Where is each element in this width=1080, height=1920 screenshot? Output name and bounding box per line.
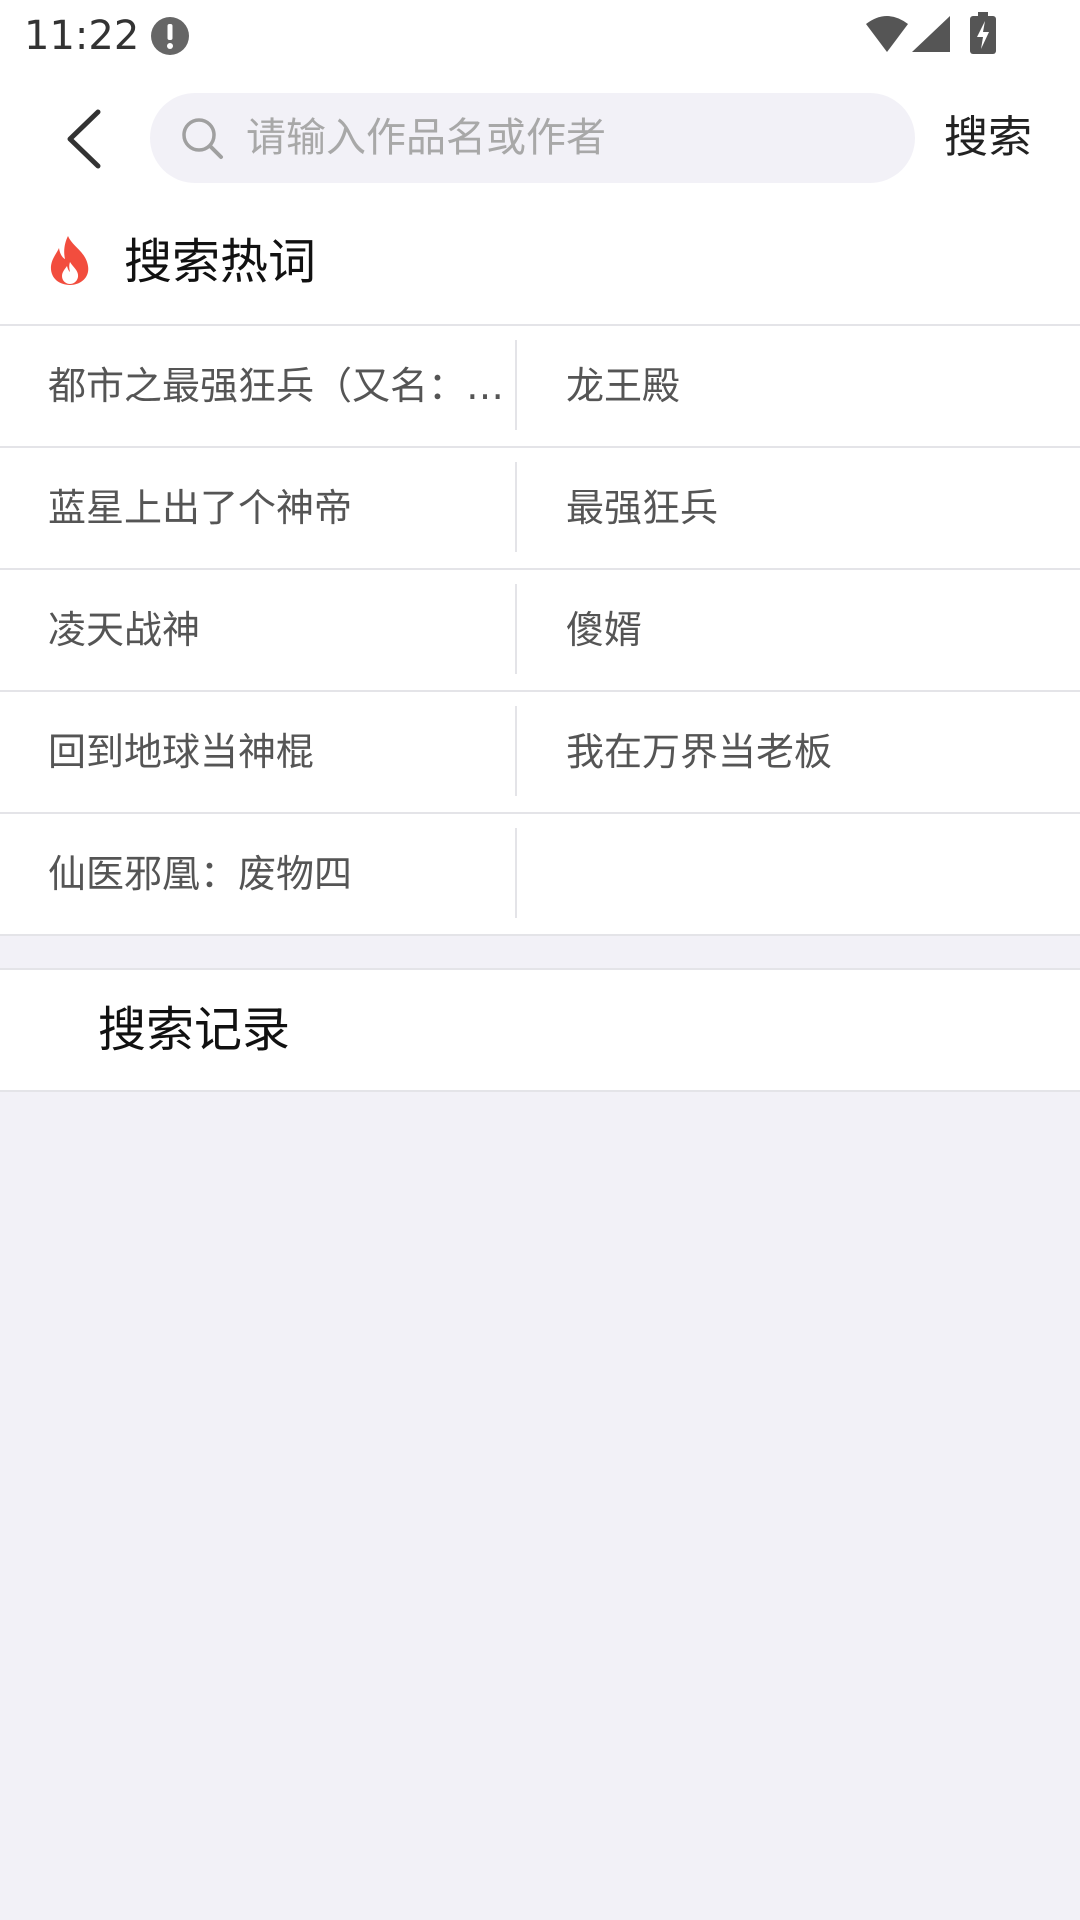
search-header: 搜索 <box>0 72 1080 204</box>
hot-word-item[interactable]: 傻婿 <box>566 570 1046 690</box>
signal-icon <box>912 16 950 52</box>
row-divider <box>515 584 517 674</box>
hot-word-row: 蓝星上出了个神帝 最强狂兵 <box>0 448 1080 570</box>
fire-icon <box>50 236 89 285</box>
search-history-title: 搜索记录 <box>98 1002 291 1058</box>
hot-search-header: 搜索热词 <box>0 204 1080 326</box>
hot-word-row: 回到地球当神棍 我在万界当老板 <box>0 692 1080 814</box>
status-time: 11:22 <box>24 13 140 59</box>
hot-word-row: 凌天战神 傻婿 <box>0 570 1080 692</box>
hot-search-title: 搜索热词 <box>124 234 317 290</box>
row-divider <box>515 462 517 552</box>
row-divider <box>515 828 517 918</box>
row-divider <box>515 340 517 430</box>
status-bar: 11:22 <box>0 0 1080 72</box>
search-icon <box>182 118 223 159</box>
search-box[interactable] <box>150 93 915 183</box>
hot-word-item[interactable]: 最强狂兵 <box>566 448 1046 568</box>
hot-word-row: 仙医邪凰：废物四 <box>0 814 1080 936</box>
wifi-icon <box>866 16 908 52</box>
hot-search-section: 搜索热词 都市之最强狂兵（又名：… 龙王殿 蓝星上出了个神帝 最强狂兵 凌天战神… <box>0 204 1080 936</box>
hot-word-item[interactable]: 回到地球当神棍 <box>48 692 503 812</box>
hot-word-item <box>566 814 1046 934</box>
hot-word-item[interactable]: 龙王殿 <box>566 326 1046 446</box>
hot-word-item[interactable]: 我在万界当老板 <box>566 692 1046 812</box>
hot-word-item[interactable]: 蓝星上出了个神帝 <box>48 448 503 568</box>
hot-word-item[interactable]: 都市之最强狂兵（又名：… <box>48 326 503 446</box>
search-button[interactable]: 搜索 <box>944 110 1032 166</box>
hot-word-row: 都市之最强狂兵（又名：… 龙王殿 <box>0 326 1080 448</box>
hot-word-item[interactable]: 凌天战神 <box>48 570 503 690</box>
search-history-section: 搜索记录 <box>0 968 1080 1092</box>
row-divider <box>515 706 517 796</box>
back-arrow-icon[interactable] <box>54 104 114 174</box>
alert-icon <box>151 17 189 55</box>
search-input[interactable] <box>246 93 886 183</box>
battery-charging-icon <box>970 12 996 54</box>
hot-word-item[interactable]: 仙医邪凰：废物四 <box>48 814 503 934</box>
